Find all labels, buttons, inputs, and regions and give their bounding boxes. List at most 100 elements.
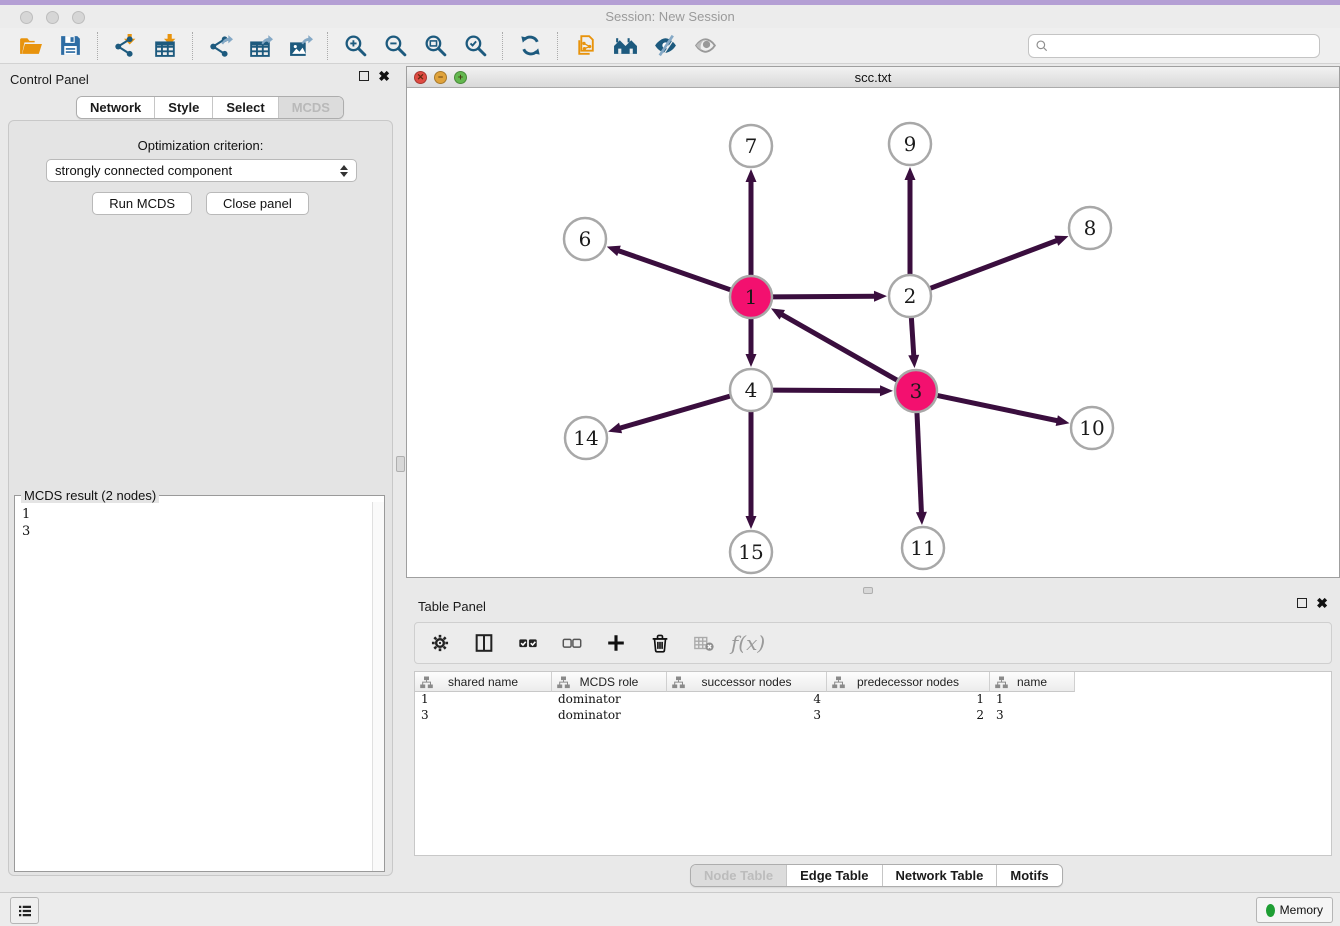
table-row[interactable]: 3dominator323	[415, 708, 1331, 724]
column-header-shared-name[interactable]: shared name	[415, 672, 552, 692]
table-tab-edge-table[interactable]: Edge Table	[787, 865, 882, 886]
search-box[interactable]	[1028, 34, 1320, 58]
houses-icon[interactable]	[605, 31, 645, 61]
graph-node-6[interactable]: 6	[564, 218, 606, 260]
deselect-all-checkboxes-icon[interactable]	[557, 628, 587, 658]
graph-edge-3-1[interactable]	[771, 308, 898, 380]
network-canvas[interactable]: 7 9 6 8 1 2 4 3 14 10 15 11	[408, 88, 1339, 577]
graph-edge-2-9[interactable]	[905, 167, 916, 275]
search-icon	[1035, 39, 1049, 53]
tab-network[interactable]: Network	[77, 97, 155, 118]
graph-node-10[interactable]: 10	[1071, 407, 1113, 449]
run-mcds-button[interactable]: Run MCDS	[92, 192, 192, 215]
cell[interactable]: 3	[667, 708, 827, 724]
graph-node-1[interactable]: 1	[730, 276, 772, 318]
graph-node-14[interactable]: 14	[565, 417, 607, 459]
table-panel-title: Table Panel	[418, 599, 486, 614]
graph-node-7[interactable]: 7	[730, 125, 772, 167]
delete-column-icon[interactable]	[645, 628, 675, 658]
window-title: Session: New Session	[0, 9, 1340, 24]
graph-node-3[interactable]: 3	[895, 370, 937, 412]
refresh-icon[interactable]	[510, 31, 550, 61]
graph-edge-4-14[interactable]	[608, 396, 731, 433]
import-network-icon[interactable]	[105, 31, 145, 61]
criterion-select[interactable]: strongly connected component	[46, 159, 357, 182]
graph-edge-1-2[interactable]	[772, 291, 887, 302]
select-all-checkboxes-icon[interactable]	[513, 628, 543, 658]
cell[interactable]: 3	[415, 708, 552, 724]
graph-edge-2-3[interactable]	[908, 317, 919, 368]
graph-edge-3-11[interactable]	[916, 412, 927, 525]
vertical-splitter-grip[interactable]	[396, 456, 405, 472]
task-history-button[interactable]	[10, 897, 39, 924]
export-network-icon[interactable]	[200, 31, 240, 61]
export-image-icon[interactable]	[280, 31, 320, 61]
column-header-successor-nodes[interactable]: successor nodes	[667, 672, 827, 692]
cell[interactable]: 3	[990, 708, 1075, 724]
cell[interactable]: 1	[415, 692, 552, 708]
graph-edge-1-6[interactable]	[607, 246, 731, 290]
table-tab-node-table[interactable]: Node Table	[691, 865, 787, 886]
table-tab-network-table[interactable]: Network Table	[883, 865, 998, 886]
tab-style[interactable]: Style	[155, 97, 213, 118]
open-session-icon[interactable]	[10, 31, 50, 61]
float-table-panel-icon[interactable]	[1297, 598, 1307, 608]
cell[interactable]: 1	[827, 692, 990, 708]
delete-table-icon	[689, 628, 719, 658]
graph-node-8[interactable]: 8	[1069, 207, 1111, 249]
add-column-icon[interactable]	[601, 628, 631, 658]
graph-edge-1-4[interactable]	[746, 318, 757, 367]
column-header-MCDS-role[interactable]: MCDS role	[552, 672, 667, 692]
graph-edge-3-10[interactable]	[937, 395, 1070, 426]
control-panel: Control Panel ✖ NetworkStyleSelectMCDS O…	[0, 64, 400, 880]
tab-select[interactable]: Select	[213, 97, 278, 118]
graph-node-2[interactable]: 2	[889, 275, 931, 317]
column-header-predecessor-nodes[interactable]: predecessor nodes	[827, 672, 990, 692]
table-panel: Table Panel ✖ f(x) shared nameMCDS roles…	[406, 595, 1340, 890]
column-header-name[interactable]: name	[990, 672, 1075, 692]
close-panel-button[interactable]: Close panel	[206, 192, 309, 215]
save-session-icon[interactable]	[50, 31, 90, 61]
cell[interactable]: 1	[990, 692, 1075, 708]
clone-network-icon[interactable]	[565, 31, 605, 61]
horizontal-splitter-grip[interactable]	[863, 587, 873, 594]
graph-node-11[interactable]: 11	[902, 527, 944, 569]
zoom-fit-icon[interactable]	[415, 31, 455, 61]
zoom-out-icon[interactable]	[375, 31, 415, 61]
float-panel-icon[interactable]	[359, 71, 369, 81]
import-table-icon[interactable]	[145, 31, 185, 61]
graph-edge-2-8[interactable]	[930, 236, 1069, 289]
graphics-details-icon[interactable]	[645, 31, 685, 61]
graph-edge-4-15[interactable]	[746, 411, 757, 529]
mcds-result-list[interactable]: 13	[15, 502, 372, 871]
cell[interactable]: dominator	[552, 692, 667, 708]
graph-edge-4-3[interactable]	[772, 385, 893, 396]
result-line[interactable]: 1	[22, 506, 372, 523]
search-input[interactable]	[1054, 38, 1313, 53]
cell[interactable]: dominator	[552, 708, 667, 724]
toolbar-separator	[557, 32, 558, 60]
zoom-in-icon[interactable]	[335, 31, 375, 61]
gear-icon[interactable]	[425, 628, 455, 658]
table-row[interactable]: 1dominator411	[415, 692, 1331, 708]
table-tab-motifs[interactable]: Motifs	[997, 865, 1061, 886]
memory-button[interactable]: Memory	[1256, 897, 1333, 923]
result-line[interactable]: 3	[22, 523, 372, 540]
network-title: scc.txt	[407, 70, 1339, 85]
node-label: 2	[904, 284, 917, 308]
graph-edge-1-7[interactable]	[746, 169, 757, 276]
network-titlebar[interactable]: ✕ − + scc.txt	[407, 67, 1339, 88]
result-scrollbar[interactable]	[372, 502, 384, 871]
columns-icon[interactable]	[469, 628, 499, 658]
tab-mcds[interactable]: MCDS	[279, 97, 343, 118]
graph-node-4[interactable]: 4	[730, 369, 772, 411]
close-table-panel-icon[interactable]: ✖	[1316, 598, 1328, 608]
close-panel-icon[interactable]: ✖	[378, 71, 390, 81]
cell[interactable]: 2	[827, 708, 990, 724]
graph-node-9[interactable]: 9	[889, 123, 931, 165]
zoom-selected-icon[interactable]	[455, 31, 495, 61]
export-table-icon[interactable]	[240, 31, 280, 61]
graph-node-15[interactable]: 15	[730, 531, 772, 573]
cell[interactable]: 4	[667, 692, 827, 708]
network-graph: 7 9 6 8 1 2 4 3 14 10 15 11	[408, 88, 1339, 577]
